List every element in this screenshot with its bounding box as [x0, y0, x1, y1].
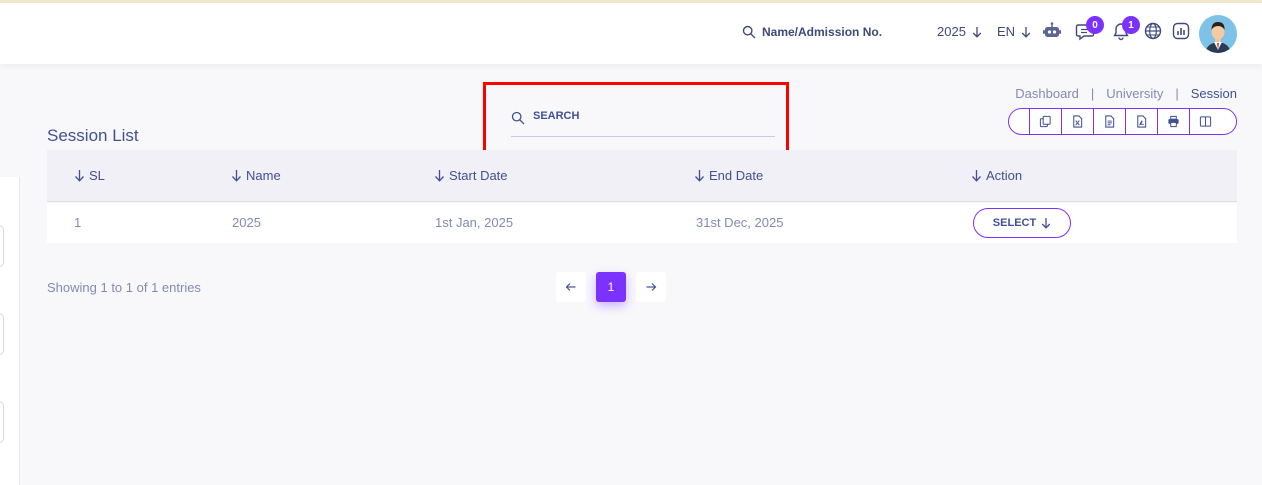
pdf-export-button[interactable]: [1125, 109, 1157, 134]
sort-arrow-icon: [972, 170, 981, 182]
table-row: 1 2025 1st Jan, 2025 31st Dec, 2025 SELE…: [47, 203, 1237, 243]
column-header-end-date[interactable]: End Date: [694, 168, 763, 183]
column-header-start-date[interactable]: Start Date: [434, 168, 508, 183]
excel-icon: [1073, 115, 1083, 128]
user-avatar[interactable]: [1199, 15, 1237, 53]
columns-icon: [1199, 116, 1212, 127]
table-search-highlight: [483, 82, 789, 153]
table-search-input[interactable]: [533, 110, 753, 122]
breadcrumb-dashboard[interactable]: Dashboard: [1015, 86, 1079, 101]
session-dropdown[interactable]: 2025: [937, 24, 982, 39]
notification-button[interactable]: 1: [1110, 16, 1140, 42]
page-button-current[interactable]: 1: [596, 272, 626, 302]
pdf-icon: [1137, 115, 1147, 128]
website-button[interactable]: [1142, 20, 1164, 42]
print-button[interactable]: [1157, 109, 1189, 134]
chat-button[interactable]: 0: [1074, 16, 1104, 42]
globe-icon: [1144, 22, 1162, 40]
chart-icon: [1172, 22, 1190, 40]
arrow-right-icon: [646, 283, 657, 291]
ai-assistant-button[interactable]: [1041, 20, 1063, 42]
csv-export-button[interactable]: [1093, 109, 1125, 134]
breadcrumb-separator: |: [1175, 86, 1179, 101]
sidebar-field-edge: [0, 313, 4, 355]
breadcrumb: Dashboard | University | Session: [1015, 86, 1237, 101]
column-header-name[interactable]: Name: [231, 168, 281, 183]
session-table: SL Name Start Date End Date Action 1 202…: [47, 150, 1237, 243]
sidebar-field-edge: [0, 225, 4, 267]
search-icon: [511, 111, 525, 125]
notification-count-badge: 1: [1122, 16, 1140, 34]
chevron-down-icon: [1041, 218, 1051, 229]
sidebar-panel-edge: [0, 177, 20, 485]
next-page-button[interactable]: [636, 272, 666, 302]
robot-icon: [1043, 22, 1061, 37]
table-search-field[interactable]: [511, 105, 775, 137]
pagination-info: Showing 1 to 1 of 1 entries: [47, 280, 201, 295]
arrow-left-icon: [565, 283, 576, 291]
cell-start-date: 1st Jan, 2025: [435, 215, 514, 230]
sort-arrow-icon: [75, 170, 84, 182]
column-header-action[interactable]: Action: [971, 168, 1022, 183]
column-header-sl[interactable]: SL: [74, 168, 105, 183]
sort-arrow-icon: [232, 170, 241, 182]
export-toolbar: [1008, 108, 1237, 135]
pagination: 1: [556, 272, 666, 302]
chevron-down-icon: [1021, 26, 1031, 38]
print-icon: [1168, 115, 1179, 128]
header-search-label: Name/Admission No.: [762, 25, 883, 39]
column-visibility-button[interactable]: [1189, 109, 1221, 134]
chevron-down-icon: [972, 26, 982, 38]
csv-icon: [1105, 115, 1115, 128]
select-action-button[interactable]: SELECT: [973, 208, 1071, 238]
chat-count-badge: 0: [1086, 16, 1104, 34]
search-icon: [742, 25, 756, 39]
language-value: EN: [997, 24, 1016, 39]
sort-arrow-icon: [695, 170, 704, 182]
copy-icon: [1039, 115, 1051, 128]
copy-button[interactable]: [1029, 109, 1061, 134]
cell-end-date: 31st Dec, 2025: [696, 215, 784, 230]
breadcrumb-session: Session: [1190, 86, 1237, 101]
table-header: [47, 150, 1237, 202]
cell-name: 2025: [232, 215, 261, 230]
page-title: Session List: [47, 126, 139, 145]
language-dropdown[interactable]: EN: [997, 24, 1031, 39]
sort-arrow-icon: [435, 170, 444, 182]
top-header: Name/Admission No. 2025 EN 0 1: [0, 3, 1262, 64]
cell-sl: 1: [74, 215, 82, 230]
excel-export-button[interactable]: [1061, 109, 1093, 134]
breadcrumb-university[interactable]: University: [1106, 86, 1163, 101]
session-value: 2025: [937, 24, 966, 39]
previous-page-button[interactable]: [556, 272, 586, 302]
avatar-person-icon: [1199, 15, 1237, 53]
reports-button[interactable]: [1170, 20, 1192, 42]
header-search[interactable]: Name/Admission No.: [742, 25, 882, 39]
sidebar-field-edge: [0, 401, 4, 443]
breadcrumb-separator: |: [1090, 86, 1095, 101]
